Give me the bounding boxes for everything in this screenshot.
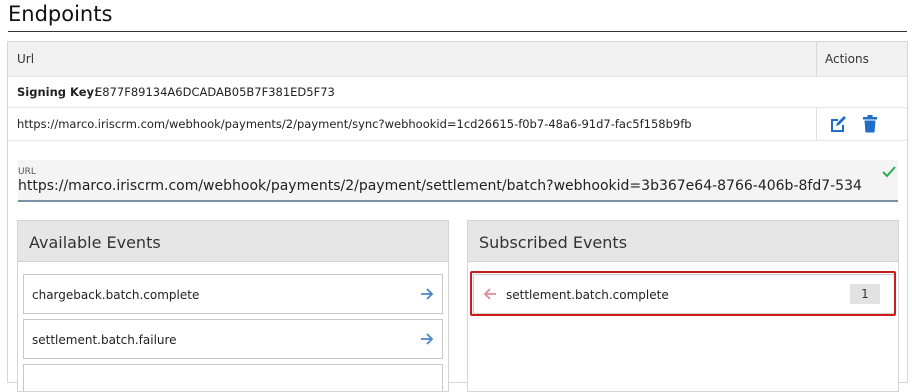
url-field-label: URL	[18, 167, 36, 177]
url-field[interactable]: URL https://marco.iriscrm.com/webhook/pa…	[18, 160, 898, 202]
subscribed-events-title: Subscribed Events	[479, 233, 628, 252]
webhook-row: https://marco.iriscrm.com/webhook/paymen…	[8, 108, 907, 141]
signing-key-row: Signing Key: E877F89134A6DCADAB05B7F381E…	[8, 77, 907, 108]
event-name: chargeback.batch.complete	[32, 288, 200, 302]
event-item[interactable]: chargeback.batch.complete	[23, 274, 443, 314]
column-header-actions: Actions	[825, 52, 869, 66]
endpoints-panel: Url Actions Signing Key: E877F89134A6DCA…	[7, 41, 908, 392]
available-events-header: Available Events	[18, 221, 448, 262]
column-divider	[816, 108, 817, 140]
edit-icon[interactable]	[828, 114, 848, 134]
highlight-outline	[470, 271, 896, 316]
event-item[interactable]	[23, 364, 443, 391]
url-field-value[interactable]: https://marco.iriscrm.com/webhook/paymen…	[18, 178, 898, 194]
subscribed-events-panel: Subscribed Events settlement.batch.compl…	[467, 220, 899, 392]
trash-icon[interactable]	[861, 114, 879, 134]
title-divider	[8, 31, 907, 32]
column-header-url: Url	[17, 52, 35, 66]
signing-key-value: E877F89134A6DCADAB05B7F381ED5F73	[95, 85, 335, 99]
available-events-panel: Available Events chargeback.batch.comple…	[17, 220, 449, 392]
available-events-title: Available Events	[29, 233, 161, 252]
column-divider	[816, 42, 817, 76]
webhook-url: https://marco.iriscrm.com/webhook/paymen…	[17, 117, 692, 131]
arrow-right-icon[interactable]	[420, 287, 434, 301]
subscribed-events-header: Subscribed Events	[468, 221, 898, 262]
event-name: settlement.batch.failure	[32, 333, 177, 347]
page-title: Endpoints	[8, 2, 113, 26]
table-header: Url Actions	[8, 42, 907, 77]
signing-key-label: Signing Key:	[17, 85, 99, 99]
arrow-right-icon[interactable]	[420, 332, 434, 346]
check-icon	[882, 166, 896, 178]
event-item[interactable]: settlement.batch.failure	[23, 319, 443, 359]
